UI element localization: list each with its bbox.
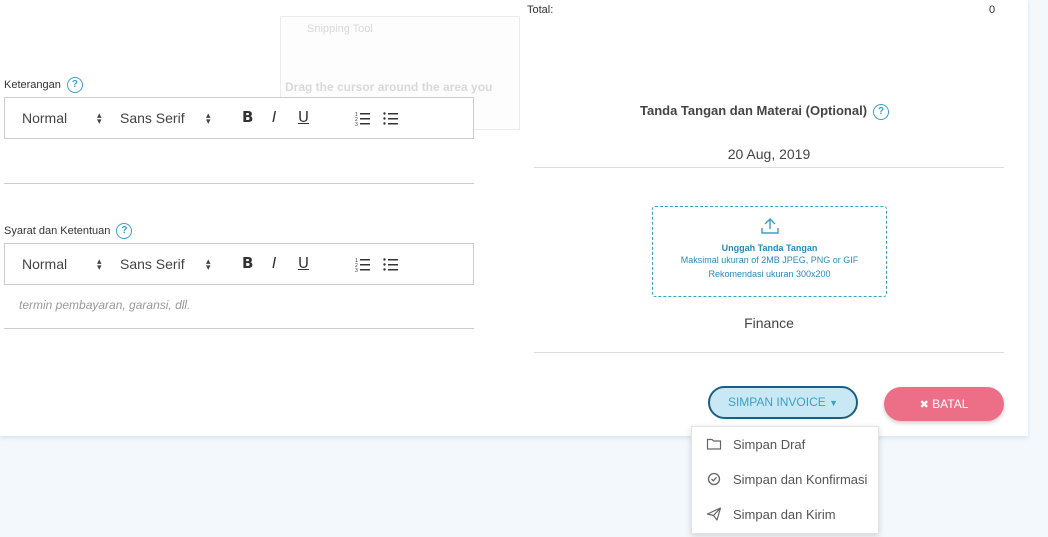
ordered-list-icon[interactable]: 123	[355, 110, 371, 126]
select-arrows-icon: ▴ ▾	[206, 256, 211, 272]
save-invoice-button[interactable]: SIMPAN INVOICE ▼	[708, 386, 858, 419]
select-arrows-icon: ▴ ▾	[206, 110, 211, 126]
folder-icon	[706, 438, 722, 450]
signature-date: 20 Aug, 2019	[727, 146, 811, 162]
caret-down-icon: ▼	[829, 398, 839, 408]
help-icon[interactable]: ?	[116, 223, 133, 239]
syarat-label: Syarat dan Ketentuan?	[4, 223, 133, 239]
size-select[interactable]: Normal	[22, 244, 67, 284]
snipping-tool-title: Snipping Tool	[307, 23, 373, 35]
menu-item-simpan-draf[interactable]: Simpan Draf	[692, 429, 878, 459]
close-icon: ✖	[919, 399, 929, 411]
help-icon[interactable]: ?	[66, 77, 83, 93]
underline-button[interactable]: U	[298, 254, 309, 272]
select-arrows-icon: ▴ ▾	[97, 256, 102, 272]
page-background-strip	[1030, 0, 1048, 436]
menu-item-simpan-kirim[interactable]: Simpan dan Kirim	[692, 499, 878, 529]
font-select-value: Sans Serif	[120, 256, 185, 272]
svg-text:3: 3	[355, 122, 358, 126]
underline-button[interactable]: U	[298, 108, 309, 126]
font-select[interactable]: Sans Serif	[120, 98, 185, 138]
syarat-label-text: Syarat dan Ketentuan	[4, 224, 111, 237]
select-arrows-icon: ▴ ▾	[97, 110, 102, 126]
syarat-editor-toolbar: Normal ▴ ▾ Sans Serif ▴ ▾ B I U 123	[4, 243, 474, 285]
upload-title: Unggah Tanda Tangan	[721, 243, 818, 253]
syarat-underline	[4, 328, 474, 329]
paper-plane-icon	[706, 507, 722, 521]
upload-recommendation: Rekomendasi ukuran 300x200	[708, 269, 831, 279]
font-select[interactable]: Sans Serif	[120, 244, 185, 284]
italic-button[interactable]: I	[272, 108, 276, 126]
keterangan-editor-toolbar: Normal ▴ ▾ Sans Serif ▴ ▾ B I U 123	[4, 97, 474, 139]
save-options-menu: Simpan Draf Simpan dan Konfirmasi Simpan…	[691, 426, 879, 534]
cancel-label: BATAL	[932, 397, 969, 411]
help-icon[interactable]: ?	[873, 103, 890, 120]
cancel-button[interactable]: ✖ BATAL	[884, 387, 1004, 421]
upload-icon	[760, 218, 779, 234]
size-select-value: Normal	[22, 110, 68, 126]
save-invoice-label: SIMPAN INVOICE	[727, 395, 826, 409]
menu-item-label: Simpan Draf	[733, 437, 806, 452]
name-divider	[534, 352, 1004, 353]
upload-max-size: Maksimal ukuran of 2MB JPEG, PNG or GIF	[680, 255, 859, 265]
ordered-list-icon[interactable]: 123	[355, 256, 371, 272]
bullet-list-icon[interactable]	[383, 256, 399, 272]
total-label: Total:	[527, 4, 554, 16]
syarat-editor-placeholder[interactable]: termin pembayaran, garansi, dll.	[19, 298, 190, 312]
signature-upload-area[interactable]: Unggah Tanda Tangan Maksimal ukuran of 2…	[652, 206, 887, 297]
menu-item-simpan-konfirmasi[interactable]: Simpan dan Konfirmasi	[692, 464, 878, 494]
keterangan-underline	[4, 183, 474, 184]
bullet-list-icon[interactable]	[383, 110, 399, 126]
menu-item-label: Simpan dan Konfirmasi	[733, 472, 868, 487]
italic-button[interactable]: I	[272, 254, 276, 272]
signature-title: Tanda Tangan dan Materai (Optional)?	[640, 103, 890, 120]
size-select-value: Normal	[22, 256, 68, 272]
size-select[interactable]: Normal	[22, 98, 67, 138]
keterangan-label-text: Keterangan	[4, 78, 61, 91]
total-value: 0	[989, 4, 996, 16]
font-select-value: Sans Serif	[120, 110, 185, 126]
signer-name: Finance	[744, 315, 794, 331]
check-circle-icon	[707, 472, 721, 486]
signature-title-text: Tanda Tangan dan Materai (Optional)	[640, 103, 868, 118]
date-divider	[534, 167, 1004, 168]
keterangan-editor-content[interactable]	[4, 138, 474, 182]
keterangan-label: Keterangan?	[4, 77, 83, 93]
svg-text:3: 3	[355, 268, 358, 272]
bold-button[interactable]: B	[242, 108, 253, 126]
bold-button[interactable]: B	[242, 254, 253, 272]
menu-item-label: Simpan dan Kirim	[733, 507, 836, 522]
